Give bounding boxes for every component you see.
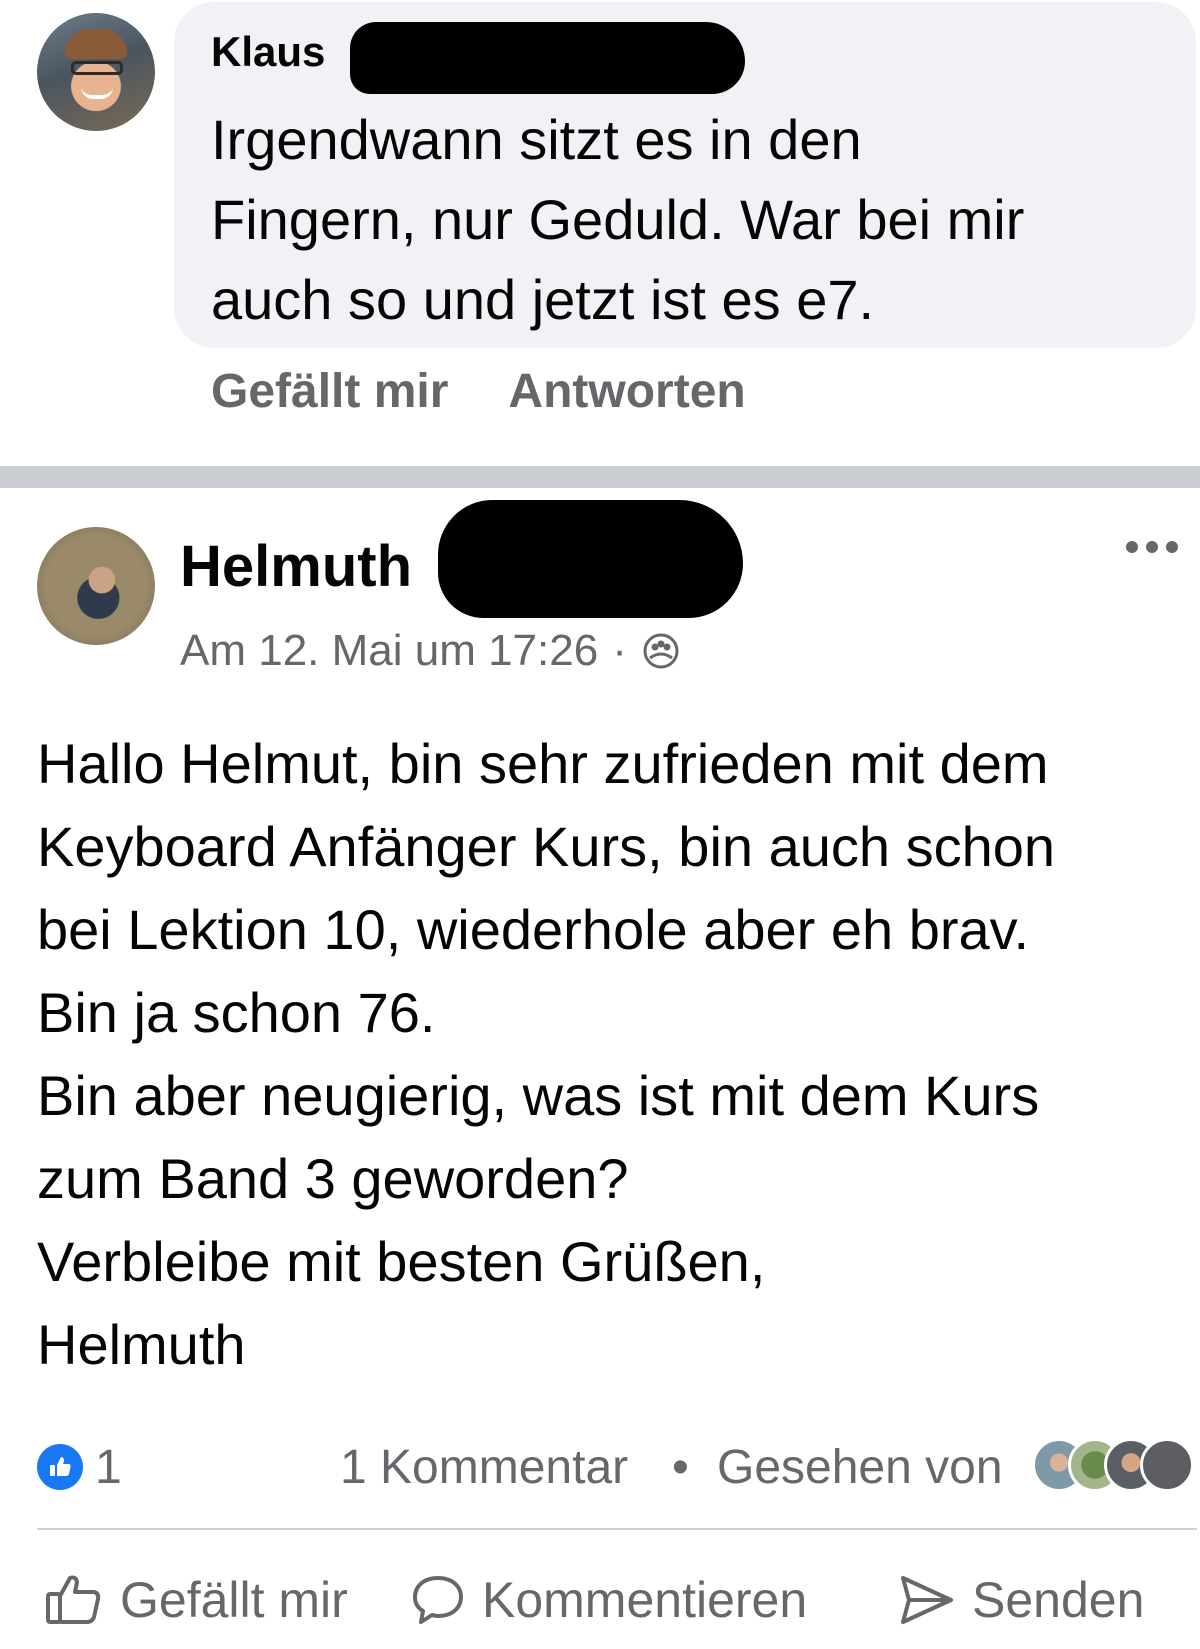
post-action-bar: Gefällt mir Kommentieren Senden: [0, 1560, 1200, 1640]
comment-actions: Gefällt mir Antworten: [211, 364, 746, 419]
comment-author-name[interactable]: Klaus: [211, 28, 325, 76]
avatar-hair: [65, 29, 127, 59]
post-meta: Am 12. Mai um 17:26 ·: [180, 626, 681, 676]
avatar-glasses: [71, 61, 123, 75]
viewer-avatar: [1140, 1438, 1194, 1492]
comment-reply-button[interactable]: Antworten: [508, 364, 745, 419]
like-count[interactable]: 1: [95, 1440, 122, 1495]
post-timestamp[interactable]: Am 12. Mai um 17:26: [180, 626, 598, 676]
post-body-line: Keyboard Anfänger Kurs, bin auch schon: [37, 815, 1056, 878]
dot-icon: [1146, 541, 1158, 553]
meta-separator: ·: [612, 626, 627, 675]
comment-button-label: Kommentieren: [482, 1572, 808, 1628]
comment-text-line: auch so und jetzt ist es e7.: [211, 268, 875, 331]
facebook-post-view: Klaus Irgendwann sitzt es in den Fingern…: [0, 0, 1200, 1649]
avatar-smile: [81, 87, 113, 99]
thumbs-up-icon: [50, 1457, 71, 1476]
post-body-line: Verbleibe mit besten Grüßen,: [37, 1230, 766, 1293]
comment: Klaus Irgendwann sitzt es in den Fingern…: [0, 0, 1200, 468]
post-author-name[interactable]: Helmuth: [180, 533, 412, 600]
thumbs-up-icon: [46, 1575, 101, 1624]
comment-text: Irgendwann sitzt es in den Fingern, nur …: [211, 100, 1171, 340]
comment-author-avatar[interactable]: [37, 13, 155, 131]
post-body-line: Bin ja schon 76.: [37, 981, 436, 1044]
dot-icon: [1126, 541, 1138, 553]
like-reaction-icon[interactable]: [37, 1444, 83, 1490]
send-icon: [901, 1576, 953, 1624]
redaction-mark: [438, 500, 743, 618]
comment-text-line: Irgendwann sitzt es in den: [211, 108, 862, 171]
section-divider: [0, 466, 1200, 488]
speech-bubble-icon: [413, 1576, 463, 1624]
group-icon: [643, 633, 679, 669]
redaction-mark: [350, 22, 745, 94]
post-stats: 1 1 Kommentar • Gesehen von: [37, 1438, 1197, 1498]
send-button[interactable]: Senden: [898, 1560, 1144, 1640]
post-body: Hallo Helmut, bin sehr zufrieden mit dem…: [37, 722, 1197, 1386]
seen-by-label[interactable]: Gesehen von: [717, 1440, 1003, 1495]
dot-icon: [1166, 541, 1178, 553]
post-body-line: Bin aber neugierig, was ist mit dem Kurs: [37, 1064, 1040, 1127]
like-button[interactable]: Gefällt mir: [44, 1560, 348, 1640]
post-body-line: zum Band 3 geworden?: [37, 1147, 629, 1210]
comment-like-button[interactable]: Gefällt mir: [211, 364, 448, 419]
stats-bullet: •: [672, 1441, 689, 1494]
post-author-avatar[interactable]: [37, 527, 155, 645]
post-body-line: Hallo Helmut, bin sehr zufrieden mit dem: [37, 732, 1049, 795]
post-body-line: Helmuth: [37, 1313, 246, 1376]
actions-divider: [37, 1528, 1197, 1530]
send-button-label: Senden: [972, 1572, 1145, 1628]
seen-by-avatars[interactable]: [1032, 1438, 1197, 1494]
like-button-label: Gefällt mir: [120, 1572, 348, 1628]
post-body-line: bei Lektion 10, wiederhole aber eh brav.: [37, 898, 1030, 961]
more-options-button[interactable]: [1126, 532, 1178, 562]
comments-count[interactable]: 1 Kommentar: [340, 1440, 628, 1495]
comment-text-line: Fingern, nur Geduld. War bei mir: [211, 188, 1025, 251]
comment-button[interactable]: Kommentieren: [410, 1560, 807, 1640]
